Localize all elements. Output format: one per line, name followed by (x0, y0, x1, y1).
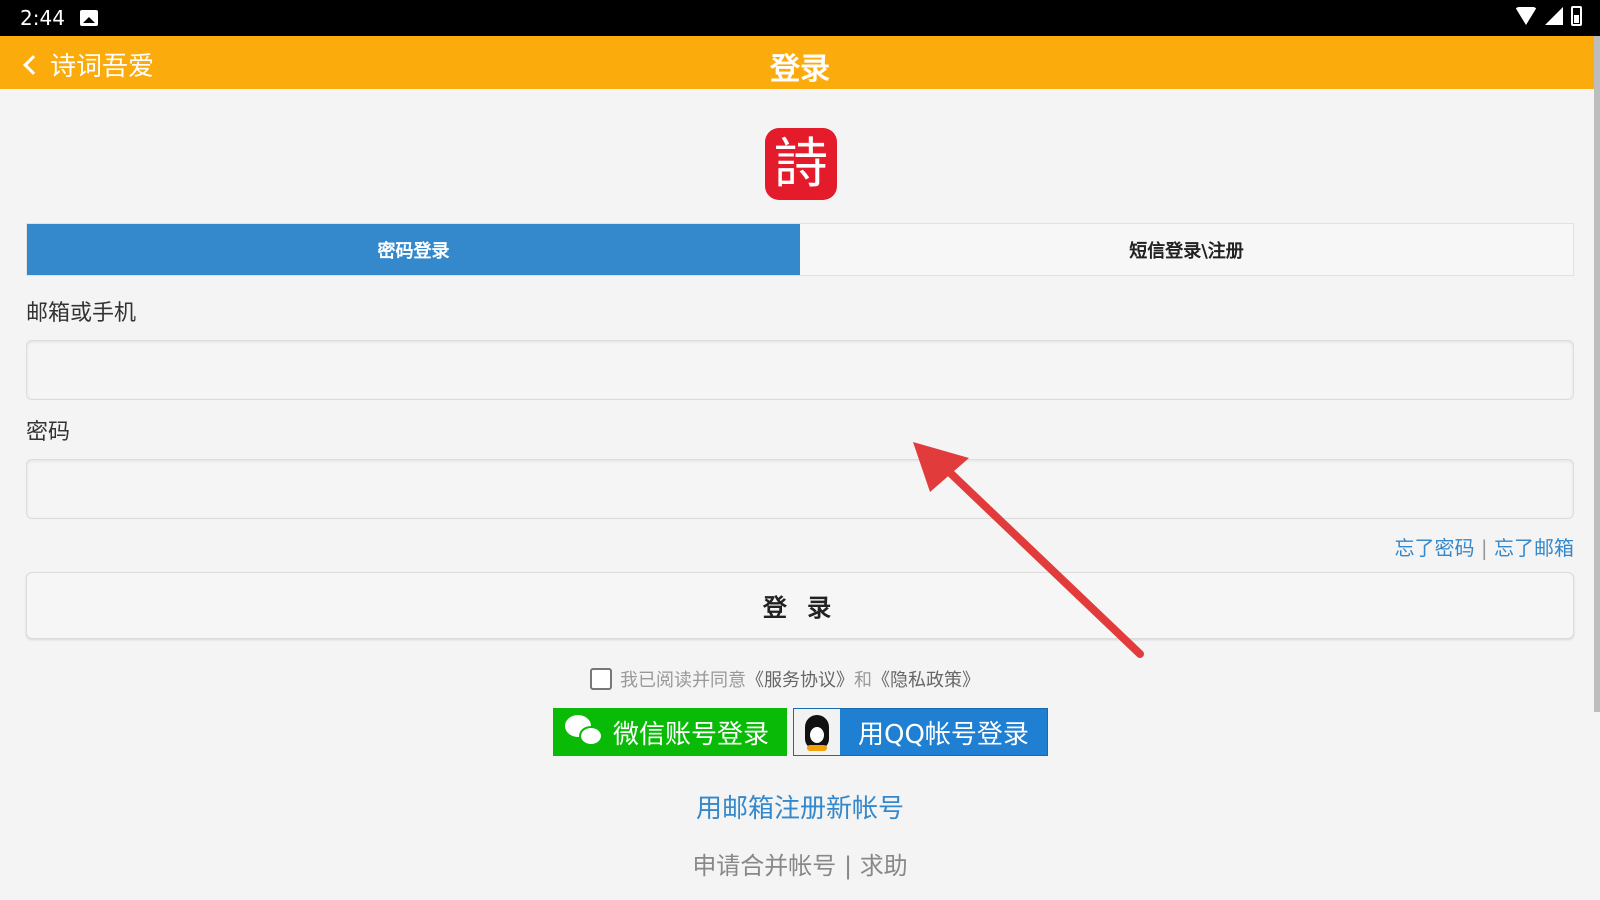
forgot-password-link[interactable]: 忘了密码 (1395, 536, 1475, 560)
wechat-icon (565, 715, 605, 749)
signal-icon (1545, 7, 1563, 25)
qq-login-button[interactable]: 用QQ帐号登录 (793, 708, 1048, 756)
image-notification-icon (80, 10, 98, 26)
password-input[interactable] (26, 459, 1574, 519)
forgot-links: 忘了密码 | 忘了邮箱 (1395, 532, 1574, 561)
service-agreement-link[interactable]: 《服务协议》 (746, 666, 854, 692)
login-button[interactable]: 登 录 (26, 572, 1574, 639)
status-time: 2:44 (20, 6, 65, 30)
forgot-separator: | (1480, 536, 1488, 560)
qq-penguin-icon (794, 709, 840, 755)
forgot-email-link[interactable]: 忘了邮箱 (1494, 536, 1574, 560)
merge-separator: | (843, 852, 853, 880)
login-tabs: 密码登录 短信登录\注册 (26, 223, 1574, 276)
account-label: 邮箱或手机 (26, 301, 137, 326)
account-input[interactable] (26, 340, 1574, 400)
app-bar: 诗词吾爱 登录 (0, 36, 1600, 89)
register-email-link[interactable]: 用邮箱注册新帐号 (0, 788, 1600, 825)
wechat-login-button[interactable]: 微信账号登录 (553, 708, 787, 756)
page-title: 登录 (770, 52, 830, 87)
status-icons (1515, 6, 1582, 26)
qq-login-label: 用QQ帐号登录 (858, 719, 1029, 750)
battery-icon (1571, 6, 1582, 26)
tab-password-login[interactable]: 密码登录 (27, 224, 800, 275)
app-logo: 詩 (765, 128, 837, 200)
agreement-prefix: 我已阅读并同意 (620, 670, 746, 691)
agreement-row: 我已阅读并同意 《服务协议》 和 《隐私政策》 (590, 666, 980, 692)
help-link[interactable]: 求助 (860, 852, 908, 880)
agreement-checkbox[interactable] (590, 668, 612, 690)
privacy-policy-link[interactable]: 《隐私政策》 (872, 666, 980, 692)
password-label: 密码 (26, 420, 71, 445)
scrollbar[interactable] (1594, 36, 1600, 712)
wifi-icon (1515, 7, 1537, 25)
merge-help-links: 申请合并帐号 | 求助 (0, 846, 1600, 881)
tab-sms-login-register[interactable]: 短信登录\注册 (800, 224, 1573, 275)
merge-account-link[interactable]: 申请合并帐号 (692, 852, 836, 880)
wechat-login-label: 微信账号登录 (613, 719, 770, 750)
agreement-and: 和 (854, 670, 872, 691)
status-bar: 2:44 (0, 0, 1600, 36)
